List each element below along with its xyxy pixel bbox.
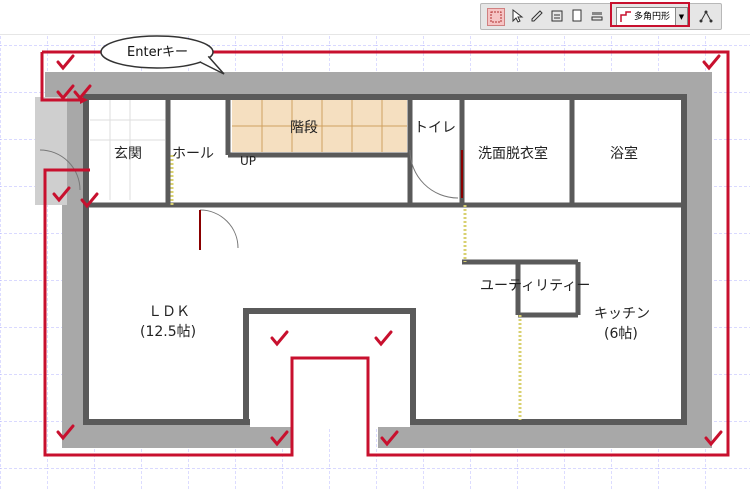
room-label-stairs: 階段	[290, 120, 318, 136]
select-rect-icon[interactable]	[487, 8, 505, 26]
page-icon[interactable]	[569, 8, 585, 24]
node-edit-icon[interactable]	[698, 8, 714, 24]
layer-icon[interactable]	[589, 8, 605, 24]
stairs-up-label: UP	[240, 154, 256, 168]
room-label-yokushitsu: 浴室	[610, 145, 638, 162]
drawing-canvas[interactable]: 玄関 ホール 階段 UP トイレ 洗面脱衣室 浴室 ユーティリティー ＬＤＫ (…	[0, 33, 750, 489]
room-label-kitchen-size: (6帖)	[604, 326, 638, 342]
pen-icon[interactable]	[529, 8, 545, 24]
room-label-utility: ユーティリティー	[480, 278, 590, 294]
room-label-senmen: 洗面脱衣室	[478, 145, 548, 162]
callout-text: Enterキー	[127, 45, 188, 60]
room-label-ldk: ＬＤＫ	[148, 304, 190, 320]
room-label-kitchen: キッチン	[594, 306, 650, 322]
highlight-box	[610, 2, 690, 27]
room-label-hall: ホール	[172, 146, 214, 162]
pointer-icon[interactable]	[509, 8, 525, 24]
room-label-toilet: トイレ	[414, 120, 456, 136]
room-label-ldk-size: (12.5帖)	[140, 324, 196, 340]
floor-plan: 玄関 ホール 階段 UP トイレ 洗面脱衣室 浴室 ユーティリティー ＬＤＫ (…	[0, 33, 750, 489]
edit-icon[interactable]	[549, 8, 565, 24]
room-label-genkan: 玄関	[114, 145, 142, 162]
